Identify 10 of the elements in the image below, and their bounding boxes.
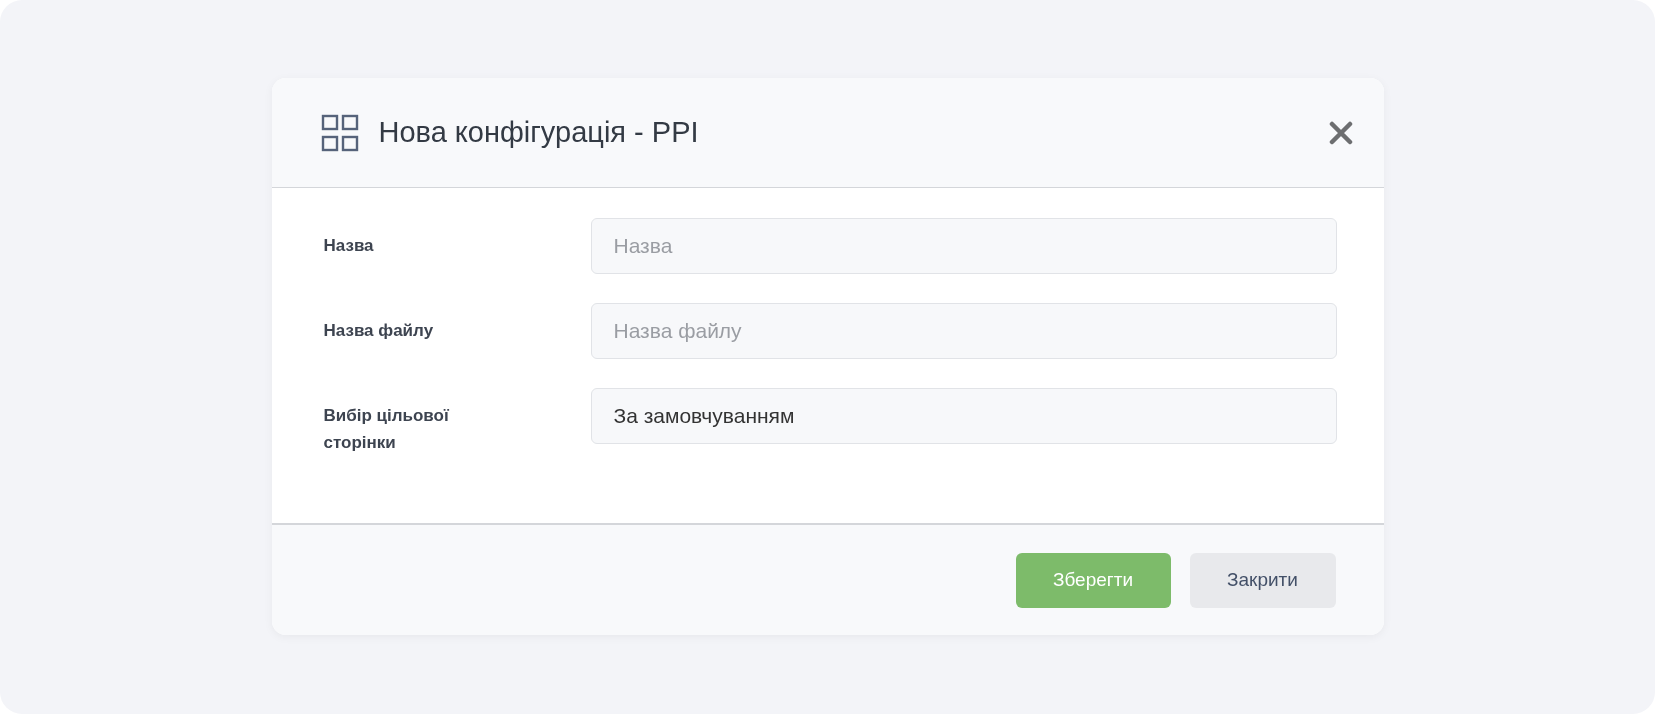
dialog-title: Нова конфігурація - PPI	[378, 116, 700, 149]
grid-icon	[320, 113, 359, 152]
input-field[interactable]: Назва файлу	[590, 303, 1337, 359]
input-field[interactable]: Назва	[590, 218, 1337, 274]
field-label: Назва файлу	[323, 320, 435, 342]
field-label: Вибір цільової сторінки	[323, 405, 450, 454]
close-icon[interactable]	[1328, 120, 1353, 145]
close-button[interactable]: Закрити	[1189, 552, 1336, 608]
field-label: Назва	[323, 235, 375, 257]
input-field[interactable]: За замовчуванням	[590, 388, 1337, 444]
